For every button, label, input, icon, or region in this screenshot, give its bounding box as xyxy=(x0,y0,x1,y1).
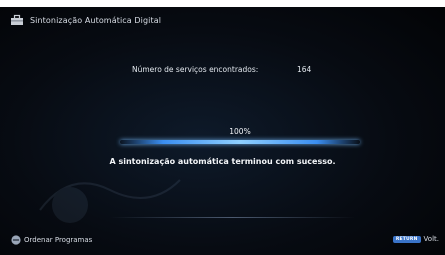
result-message: A sintonização automática terminou com s… xyxy=(109,157,336,166)
divider xyxy=(110,217,355,218)
toolbox-icon xyxy=(11,14,23,25)
progress-bar xyxy=(120,140,360,144)
return-button[interactable]: RETURN Volt. xyxy=(392,235,439,243)
screen-title: Sintonização Automática Digital xyxy=(30,15,162,25)
options-button-icon xyxy=(11,235,21,245)
services-found-label: Número de serviços encontrados: xyxy=(132,65,259,74)
return-key-icon: RETURN xyxy=(392,235,421,243)
progress-bar-fill xyxy=(120,140,360,144)
progress-percentage: 100% xyxy=(229,127,251,136)
header: Sintonização Automática Digital xyxy=(10,12,161,28)
tv-screen: Sintonização Automática Digital Número d… xyxy=(0,0,445,255)
sort-programs-button[interactable]: Ordenar Programas xyxy=(11,235,92,245)
services-found-count: 164 xyxy=(297,65,312,74)
top-border xyxy=(0,0,445,7)
return-label: Volt. xyxy=(423,235,439,243)
sort-programs-label: Ordenar Programas xyxy=(24,236,93,244)
